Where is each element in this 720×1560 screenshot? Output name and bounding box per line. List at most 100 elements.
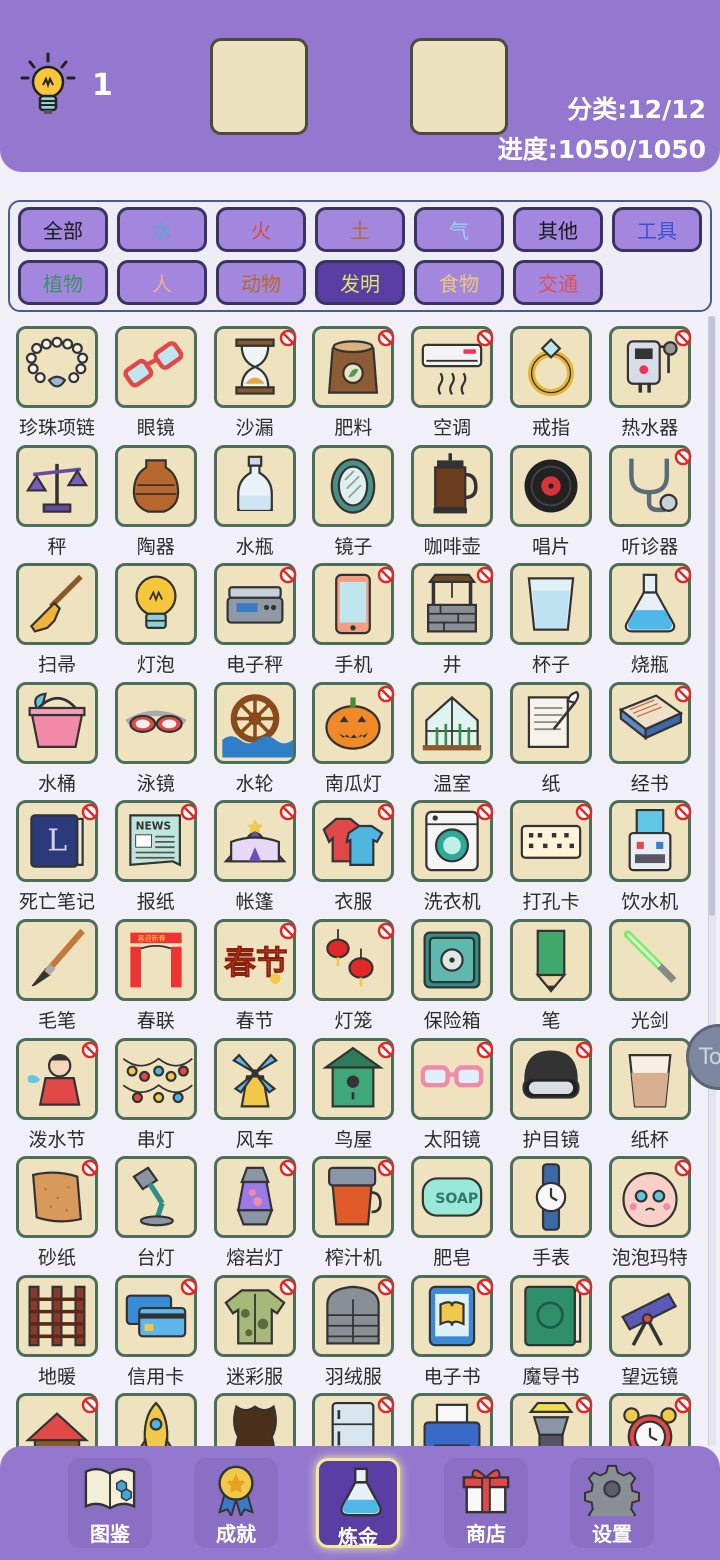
windmill-icon[interactable]: [213, 1037, 296, 1120]
wristwatch-icon[interactable]: [510, 1156, 592, 1239]
item-card[interactable]: 咖啡壶: [410, 444, 506, 558]
item-card[interactable]: 听诊器: [608, 444, 704, 558]
spring-couplets-icon[interactable]: 喜迎新春: [114, 919, 197, 1001]
item-card[interactable]: 笔: [509, 918, 605, 1032]
nav-achievement-medal[interactable]: 成就: [194, 1458, 278, 1548]
item-card[interactable]: 地暖: [15, 1274, 111, 1388]
item-card[interactable]: 魔导书: [509, 1274, 605, 1388]
pottery-vase-icon[interactable]: [114, 444, 197, 527]
combine-slot-2[interactable]: [410, 38, 508, 135]
item-card[interactable]: 南瓜灯: [311, 681, 407, 795]
goggles-icon[interactable]: [114, 681, 197, 764]
greenhouse-icon[interactable]: [411, 681, 494, 764]
category-tab[interactable]: 气: [414, 207, 504, 252]
item-card[interactable]: 手表: [509, 1155, 605, 1269]
item-card[interactable]: 砂纸: [15, 1155, 111, 1269]
water-wheel-icon[interactable]: [213, 681, 296, 764]
item-card[interactable]: 扫帚: [15, 562, 111, 676]
item-card[interactable]: 秤: [15, 444, 111, 558]
category-tab[interactable]: 发明: [315, 260, 405, 305]
paper-scroll-icon[interactable]: [510, 681, 592, 764]
category-tab[interactable]: 全部: [18, 207, 108, 252]
item-card[interactable]: 喜迎新春 春联: [114, 918, 210, 1032]
string-lights-icon[interactable]: [114, 1037, 197, 1120]
item-card[interactable]: 泳镜: [114, 681, 210, 795]
item-card[interactable]: 泼水节: [15, 1037, 111, 1151]
bucket-icon[interactable]: [16, 681, 98, 764]
category-tab[interactable]: 交通: [513, 260, 603, 305]
item-card[interactable]: 信用卡: [114, 1274, 210, 1388]
item-card[interactable]: 迷彩服: [213, 1274, 309, 1388]
item-card[interactable]: 台灯: [114, 1155, 210, 1269]
item-card[interactable]: 光剑: [608, 918, 704, 1032]
item-card[interactable]: 泡泡玛特: [608, 1155, 704, 1269]
item-card[interactable]: 陶器: [114, 444, 210, 558]
category-tab[interactable]: 其他: [513, 207, 603, 252]
combine-slot-1[interactable]: [210, 38, 308, 135]
item-card[interactable]: 肥料: [311, 325, 407, 439]
safe-icon[interactable]: [411, 919, 494, 1001]
category-tab[interactable]: 工具: [612, 207, 702, 252]
item-card[interactable]: 护目镜: [509, 1037, 605, 1151]
item-card[interactable]: 灯笼: [311, 918, 407, 1032]
scrollbar-thumb[interactable]: [709, 316, 715, 916]
category-tab[interactable]: 食物: [414, 260, 504, 305]
brush-pen-icon[interactable]: [16, 919, 98, 1001]
pencil-icon[interactable]: [510, 919, 592, 1001]
category-tab[interactable]: 水: [117, 207, 207, 252]
item-card[interactable]: 镜子: [311, 444, 407, 558]
category-tab[interactable]: 动物: [216, 260, 306, 305]
lightsaber-icon[interactable]: [608, 919, 691, 1001]
telescope-icon[interactable]: [608, 1274, 691, 1357]
item-card[interactable]: 洗衣机: [410, 799, 506, 913]
hint-bulb-icon[interactable]: [18, 52, 82, 122]
water-bottle-icon[interactable]: [213, 444, 296, 527]
category-tab[interactable]: 土: [315, 207, 405, 252]
vinyl-record-icon[interactable]: [510, 444, 592, 527]
item-card[interactable]: 灯泡: [114, 562, 210, 676]
broom-icon[interactable]: [16, 563, 98, 646]
item-card[interactable]: 鸟屋: [311, 1037, 407, 1151]
item-card[interactable]: 电子书: [410, 1274, 506, 1388]
item-card[interactable]: 井: [410, 562, 506, 676]
item-card[interactable]: 熔岩灯: [213, 1155, 309, 1269]
item-card[interactable]: 唱片: [509, 444, 605, 558]
item-card[interactable]: 热水器: [608, 325, 704, 439]
light-bulb-icon[interactable]: [114, 563, 197, 646]
item-card[interactable]: 手机: [311, 562, 407, 676]
item-card[interactable]: 烧瓶: [608, 562, 704, 676]
item-card[interactable]: 眼镜: [114, 325, 210, 439]
item-card[interactable]: SOAP 肥皂: [410, 1155, 506, 1269]
item-card[interactable]: 羽绒服: [311, 1274, 407, 1388]
item-card[interactable]: 望远镜: [608, 1274, 704, 1388]
item-card[interactable]: NEWS 报纸: [114, 799, 210, 913]
item-card[interactable]: 戒指: [509, 325, 605, 439]
item-card[interactable]: 帐篷: [213, 799, 309, 913]
pearl-necklace-icon[interactable]: [16, 326, 98, 408]
item-card[interactable]: 水瓶: [213, 444, 309, 558]
glasses-icon[interactable]: [114, 326, 197, 408]
item-card[interactable]: 杯子: [509, 562, 605, 676]
balance-scale-icon[interactable]: [16, 444, 98, 527]
item-card[interactable]: 温室: [410, 681, 506, 795]
ring-icon[interactable]: [510, 326, 592, 408]
item-card[interactable]: 水轮: [213, 681, 309, 795]
item-card[interactable]: 毛笔: [15, 918, 111, 1032]
item-card[interactable]: 电子秤: [213, 562, 309, 676]
category-tab[interactable]: 人: [117, 260, 207, 305]
item-card[interactable]: 水桶: [15, 681, 111, 795]
item-card[interactable]: 保险箱: [410, 918, 506, 1032]
item-card[interactable]: 珍珠项链: [15, 325, 111, 439]
nav-settings-gear[interactable]: 设置: [570, 1458, 654, 1548]
item-card[interactable]: 衣服: [311, 799, 407, 913]
floor-heating-icon[interactable]: [16, 1274, 98, 1357]
item-card[interactable]: 太阳镜: [410, 1037, 506, 1151]
paper-cup-icon[interactable]: [608, 1037, 691, 1120]
category-tab[interactable]: 火: [216, 207, 306, 252]
item-card[interactable]: 串灯: [114, 1037, 210, 1151]
nav-encyclopedia-book[interactable]: 图鉴: [68, 1458, 152, 1548]
nav-shop-gift[interactable]: 商店: [444, 1458, 528, 1548]
category-tab[interactable]: 植物: [18, 260, 108, 305]
item-card[interactable]: 春节 春节: [213, 918, 309, 1032]
nav-alchemy-flask[interactable]: 炼金: [316, 1458, 400, 1549]
